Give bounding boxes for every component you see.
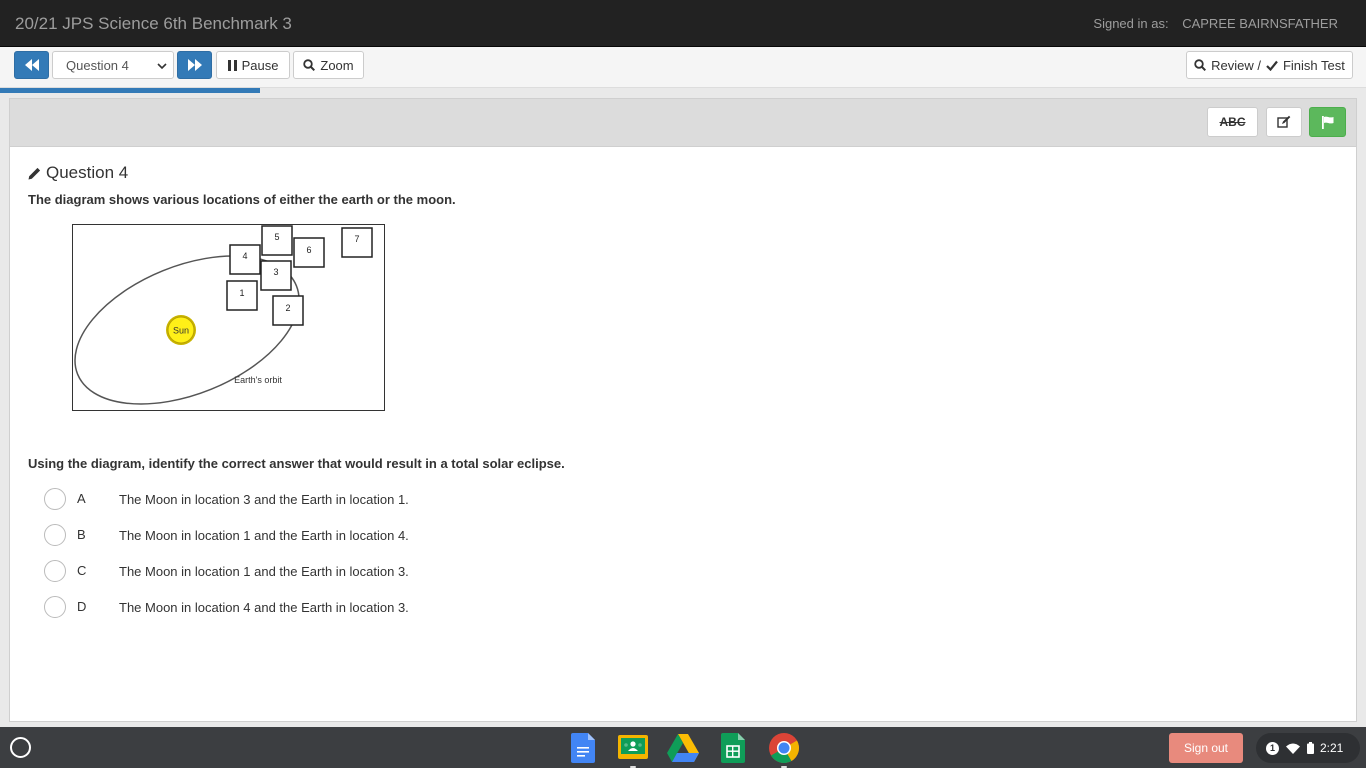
zoom-button[interactable]: Zoom (293, 51, 364, 79)
sheets-icon[interactable] (716, 731, 750, 765)
location-box-7: 7 (341, 227, 373, 258)
app-header: 20/21 JPS Science 6th Benchmark 3 Signed… (0, 0, 1366, 47)
answer-choice-d[interactable]: D The Moon in location 4 and the Earth i… (44, 595, 464, 621)
launcher-icon[interactable] (10, 737, 31, 758)
fast-backward-icon (24, 59, 39, 71)
question-title: Question 4 (46, 163, 129, 182)
progress-bar-fill (0, 88, 260, 93)
clock: 2:21 (1320, 741, 1344, 755)
sign-out-button[interactable]: Sign out (1169, 733, 1243, 763)
radio-button[interactable] (44, 560, 66, 582)
svg-text:2: 2 (285, 303, 290, 313)
flag-question-button[interactable] (1309, 107, 1346, 137)
choice-letter: B (77, 527, 86, 542)
wifi-icon (1286, 743, 1300, 754)
location-box-2: 2 (272, 295, 304, 326)
choice-text: The Moon in location 3 and the Earth in … (119, 492, 409, 507)
check-icon (1266, 60, 1278, 71)
fast-forward-icon (187, 59, 202, 71)
question-panel: ABC Question 4 The diagram shows various… (9, 98, 1357, 722)
answer-choice-c[interactable]: C The Moon in location 1 and the Earth i… (44, 559, 464, 585)
choice-letter: D (77, 599, 87, 614)
radio-button[interactable] (44, 524, 66, 546)
search-icon (1194, 59, 1207, 71)
question-heading: Question 4 (28, 163, 128, 183)
question-select[interactable]: Question 4 (52, 51, 174, 79)
choice-text: The Moon in location 1 and the Earth in … (119, 564, 409, 579)
docs-icon[interactable] (566, 731, 600, 765)
question-select-value: Question 4 (66, 57, 129, 73)
next-question-button[interactable] (177, 51, 212, 79)
sun-icon: Sun (166, 315, 196, 345)
previous-question-button[interactable] (14, 51, 49, 79)
question-tools-bar: ABC (10, 99, 1356, 147)
orbit-label: Earth's orbit (234, 375, 282, 385)
review-label: Review / (1211, 57, 1261, 73)
chrome-icon[interactable] (767, 731, 801, 768)
svg-text:6: 6 (306, 245, 311, 255)
location-box-1: 1 (226, 280, 258, 311)
pause-button[interactable]: Pause (216, 51, 290, 79)
svg-text:7: 7 (354, 234, 359, 244)
svg-text:5: 5 (274, 232, 279, 242)
test-toolbar: Question 4 Pause Zoom Review / Finish Te… (0, 47, 1366, 88)
answer-choice-a[interactable]: A The Moon in location 3 and the Earth i… (44, 487, 464, 513)
pencil-icon (28, 167, 41, 179)
location-box-4: 4 (229, 244, 261, 275)
progress-bar (0, 88, 1366, 93)
zoom-label: Zoom (320, 57, 354, 73)
notes-button[interactable] (1266, 107, 1302, 137)
pause-icon (227, 59, 237, 71)
svg-text:1: 1 (239, 288, 244, 298)
eclipse-diagram: Sun Earth's orbit 4 5 3 6 7 1 2 (72, 224, 385, 411)
classroom-icon[interactable] (616, 731, 650, 768)
chevron-down-icon (157, 63, 167, 70)
choice-letter: C (77, 563, 87, 578)
radio-button[interactable] (44, 596, 66, 618)
svg-text:3: 3 (273, 267, 278, 277)
edit-icon (1277, 115, 1291, 128)
battery-icon (1307, 742, 1314, 754)
answer-choice-b[interactable]: B The Moon in location 1 and the Earth i… (44, 523, 464, 549)
flag-icon (1321, 115, 1333, 129)
user-name: CAPREE BAIRNSFATHER (1182, 16, 1338, 31)
svg-text:4: 4 (242, 251, 247, 261)
location-box-5: 5 (261, 225, 293, 256)
choice-text: The Moon in location 4 and the Earth in … (119, 600, 409, 615)
review-finish-button[interactable]: Review / Finish Test (1186, 51, 1353, 79)
choice-text: The Moon in location 1 and the Earth in … (119, 528, 409, 543)
os-shelf: Sign out 1 2:21 (0, 727, 1366, 768)
question-ask: Using the diagram, identify the correct … (28, 456, 565, 471)
signed-in-label: Signed in as: (1093, 16, 1169, 31)
test-title: 20/21 JPS Science 6th Benchmark 3 (15, 14, 292, 33)
signed-in-info: Signed in as: CAPREE BAIRNSFATHER (1093, 16, 1338, 31)
radio-button[interactable] (44, 488, 66, 510)
strikethrough-tool-button[interactable]: ABC (1207, 107, 1258, 137)
question-prompt: The diagram shows various locations of e… (28, 192, 456, 207)
location-box-3: 3 (260, 260, 292, 291)
finish-label: Finish Test (1282, 57, 1345, 73)
choice-letter: A (77, 491, 86, 506)
location-box-6: 6 (293, 237, 325, 268)
search-icon (303, 59, 316, 71)
notification-badge: 1 (1266, 741, 1279, 755)
sun-label: Sun (173, 326, 189, 336)
pause-label: Pause (241, 57, 279, 73)
status-tray[interactable]: 1 2:21 (1256, 733, 1360, 763)
drive-icon[interactable] (666, 731, 700, 765)
